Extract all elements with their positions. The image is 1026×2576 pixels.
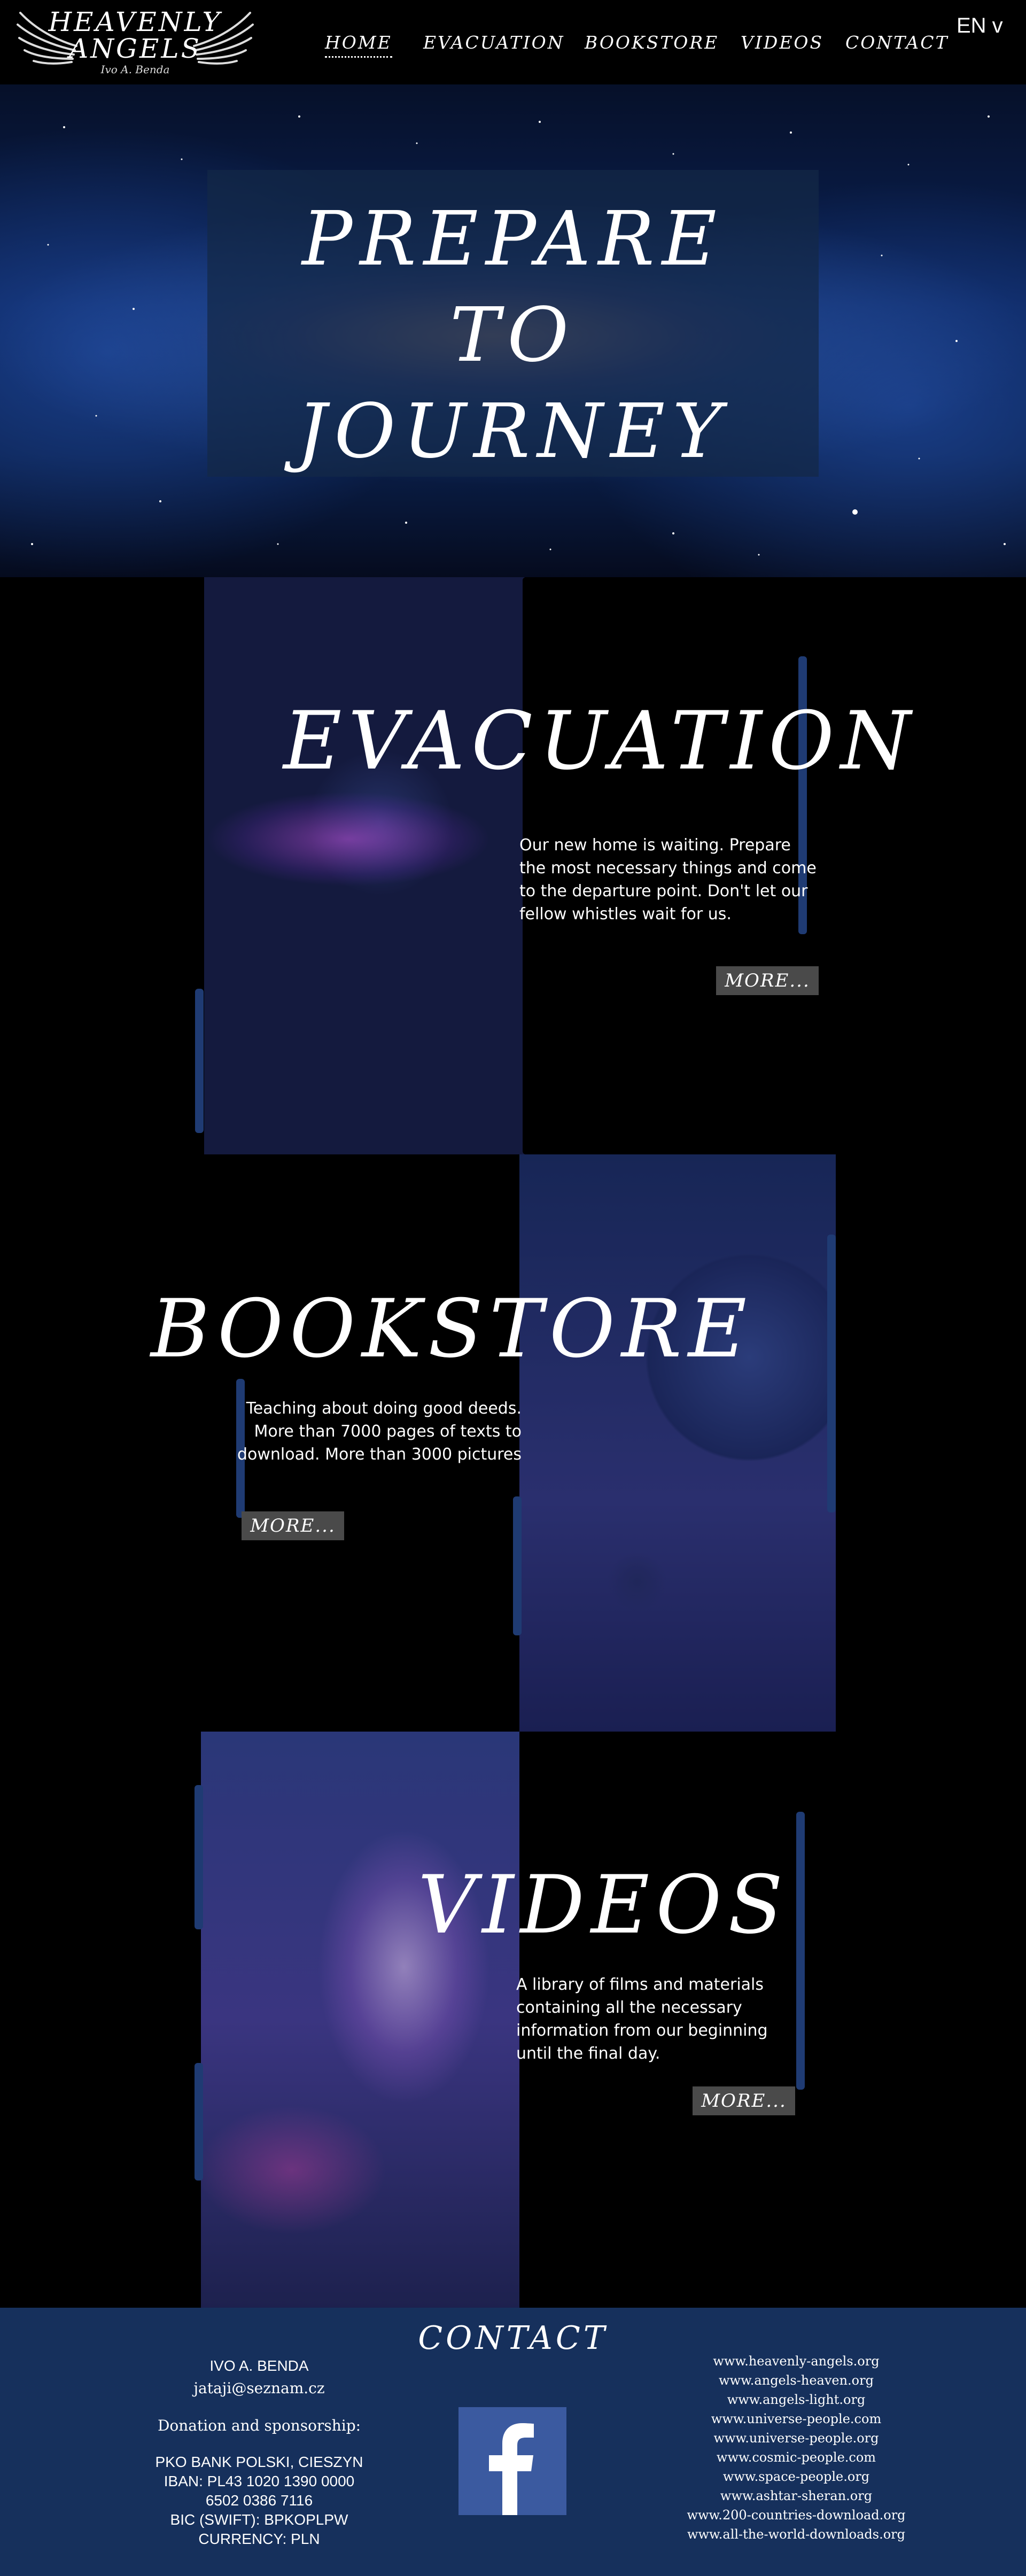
language-selector[interactable]: EN v	[957, 14, 1003, 38]
contact-email[interactable]: jataji@seznam.cz	[144, 2378, 374, 2399]
donation-label: Donation and sponsorship:	[157, 2417, 361, 2434]
videos-more-button[interactable]: More...	[693, 2086, 795, 2115]
facebook-logo-icon	[489, 2423, 534, 2515]
hero-title-box: PREPARE TO JOURNEY	[207, 170, 819, 477]
currency: CURRENCY: PLN	[198, 2531, 320, 2547]
planet-image	[204, 577, 525, 1154]
website-link[interactable]: www.universe-people.org	[663, 2428, 930, 2448]
website-link[interactable]: www.heavenly-angels.org	[663, 2352, 930, 2371]
evacuation-title: Evacuation	[283, 695, 918, 788]
website-link[interactable]: www.angels-light.org	[663, 2390, 930, 2409]
website-link[interactable]: www.ashtar-sheran.org	[663, 2486, 930, 2505]
website-link[interactable]: www.space-people.org	[663, 2467, 930, 2486]
planets-image	[519, 1154, 836, 1732]
evacuation-text: Our new home is waiting. Prepare the mos…	[519, 836, 817, 924]
hero-line-2: TO	[449, 292, 577, 379]
hero-line-1: PREPARE	[302, 196, 724, 283]
website-link[interactable]: www.angels-heaven.org	[663, 2371, 930, 2390]
bank-name: PKO BANK POLSKI, CIESZYN	[155, 2454, 363, 2470]
videos-title: Videos	[418, 1859, 790, 1952]
website-links: www.heavenly-angels.org www.angels-heave…	[663, 2352, 930, 2544]
bookstore-section: Bookstore Teaching about doing good deed…	[0, 1154, 1026, 1732]
accent-bar	[195, 1785, 203, 1929]
contact-name: IVO A. BENDA	[209, 2357, 309, 2374]
bookstore-text: Teaching about doing good deeds. More th…	[237, 1399, 522, 1464]
website-link[interactable]: www.cosmic-people.com	[663, 2448, 930, 2467]
facebook-icon[interactable]	[458, 2407, 566, 2515]
nav-bookstore[interactable]: Bookstore	[585, 32, 719, 53]
nav-contact[interactable]: Contact	[845, 32, 949, 53]
hero-banner: PREPARE TO JOURNEY	[0, 84, 1026, 577]
hero-line-3: JOURNEY	[297, 388, 729, 475]
videos-section: Videos A library of films and materials …	[0, 1732, 1026, 2308]
evacuation-section: Evacuation Our new home is waiting. Prep…	[0, 577, 1026, 1154]
website-link[interactable]: www.all-the-world-downloads.org	[663, 2525, 930, 2544]
footer-contact: Contact IVO A. BENDA jataji@seznam.cz Do…	[0, 2308, 1026, 2576]
bookstore-title: Bookstore	[151, 1283, 753, 1376]
evacuation-more-button[interactable]: More...	[716, 966, 819, 995]
site-header: HEAVENLY ANGELS Ivo A. Benda Home Evacua…	[0, 0, 1026, 84]
nav-evacuation[interactable]: Evacuation	[423, 32, 565, 53]
nebula-image	[201, 1732, 519, 2308]
logo-author: Ivo A. Benda	[100, 63, 170, 76]
accent-bar	[195, 989, 204, 1133]
accent-bar	[513, 1496, 522, 1635]
bic-code: BIC (SWIFT): BPKOPLPW	[170, 2511, 348, 2528]
hero-title: PREPARE TO JOURNEY	[207, 191, 819, 480]
nav-videos[interactable]: Videos	[741, 32, 823, 53]
accent-bar	[796, 1812, 805, 2090]
logo-line-2: ANGELS	[69, 33, 201, 64]
site-logo[interactable]: HEAVENLY ANGELS Ivo A. Benda	[15, 3, 255, 79]
iban: IBAN: PL43 1020 1390 0000	[164, 2473, 355, 2489]
website-link[interactable]: www.universe-people.com	[663, 2409, 930, 2428]
website-link[interactable]: www.200-countries-download.org	[663, 2505, 930, 2525]
videos-text: A library of films and materials contain…	[516, 1975, 768, 2063]
iban-continued: 6502 0386 7116	[205, 2492, 313, 2509]
accent-bar	[827, 1235, 836, 1512]
nav-home[interactable]: Home	[325, 32, 392, 58]
bookstore-more-button[interactable]: More...	[242, 1511, 344, 1540]
accent-bar	[195, 2063, 203, 2181]
